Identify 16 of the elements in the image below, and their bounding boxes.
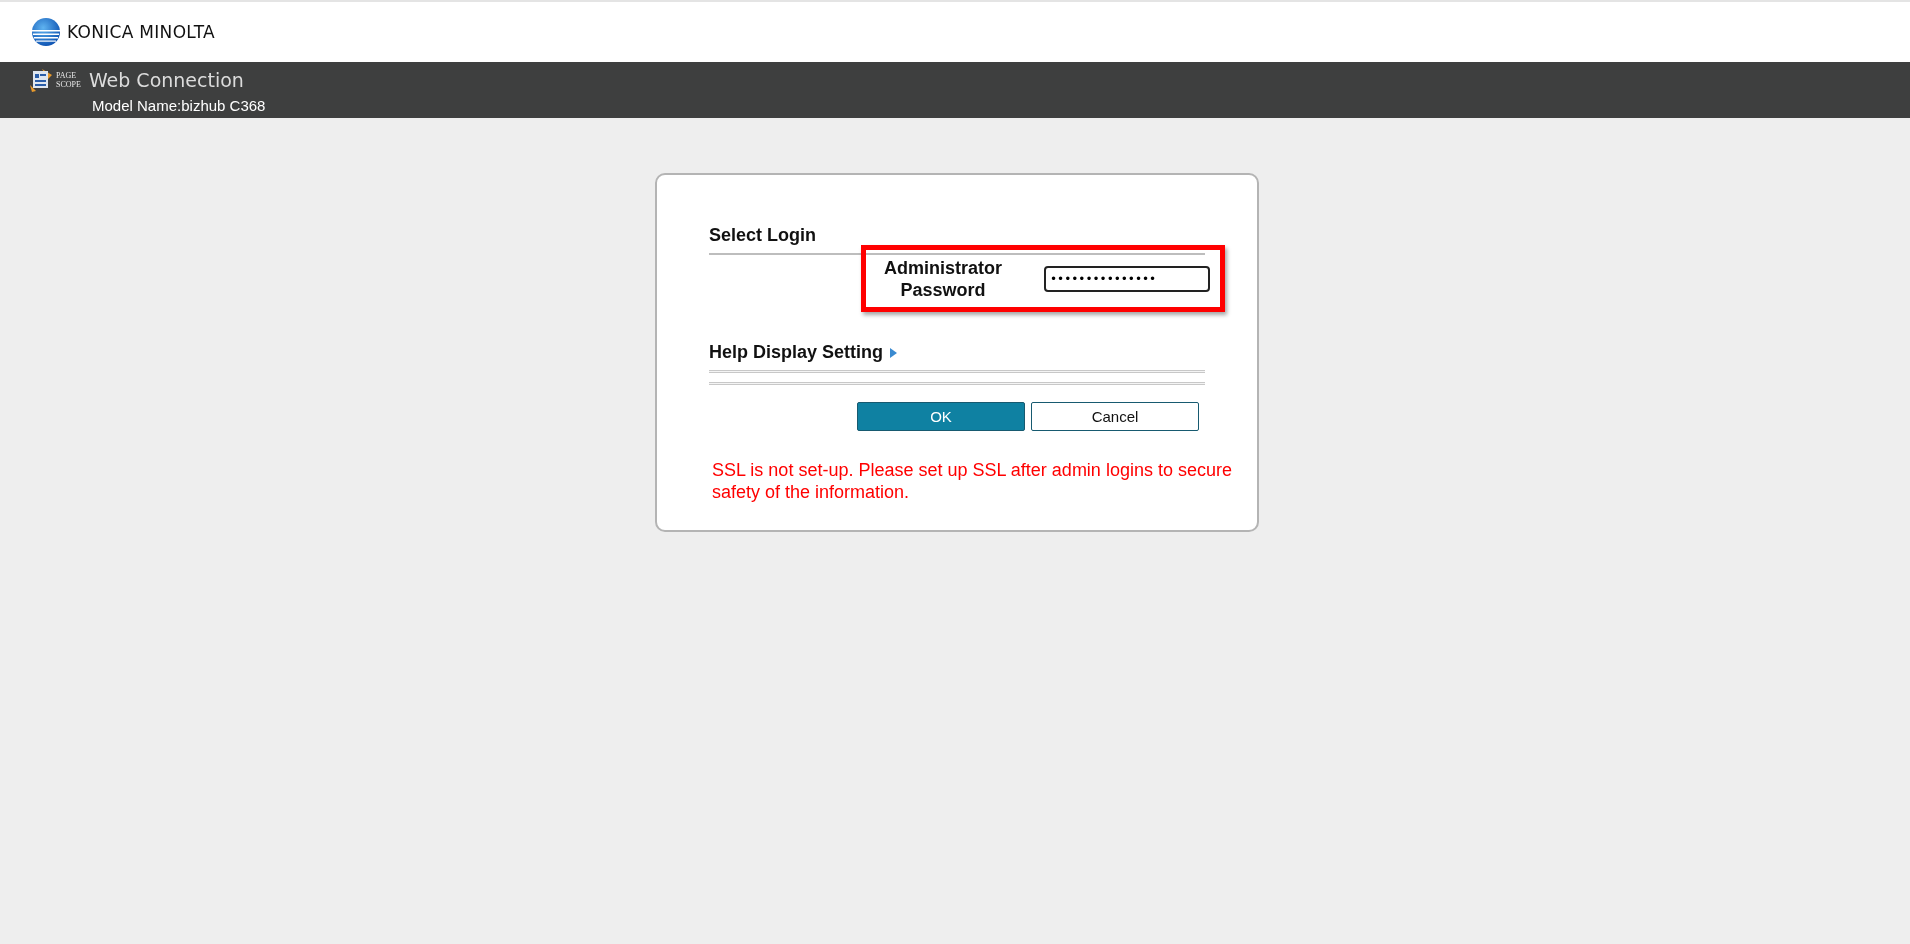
- ok-button[interactable]: OK: [857, 402, 1025, 431]
- cancel-button[interactable]: Cancel: [1031, 402, 1199, 431]
- pagescope-wordmark: SCOPE: [56, 80, 81, 89]
- ssl-warning: SSL is not set-up. Please set up SSL after admin logins to secure safety of the information.: [711, 459, 1232, 503]
- pagescope-wordmark: PAGE: [56, 71, 78, 80]
- pagescope-icon: [28, 67, 54, 93]
- model-name: Model Name:bizhub C368: [92, 97, 267, 114]
- expand-arrow-icon[interactable]: [889, 347, 898, 358]
- app-title: Web Connection: [88, 69, 244, 91]
- section-heading: Select Login: [709, 225, 817, 246]
- field-label: Password: [900, 278, 986, 301]
- field-label: Administrator: [884, 256, 1002, 279]
- brand-name: KONICA MINOLTA: [67, 22, 216, 42]
- help-display-setting-link[interactable]: Help Display Setting: [709, 342, 884, 363]
- password-field[interactable]: •••••••••••••••: [1044, 265, 1210, 292]
- globe-logo-icon: [31, 17, 61, 47]
